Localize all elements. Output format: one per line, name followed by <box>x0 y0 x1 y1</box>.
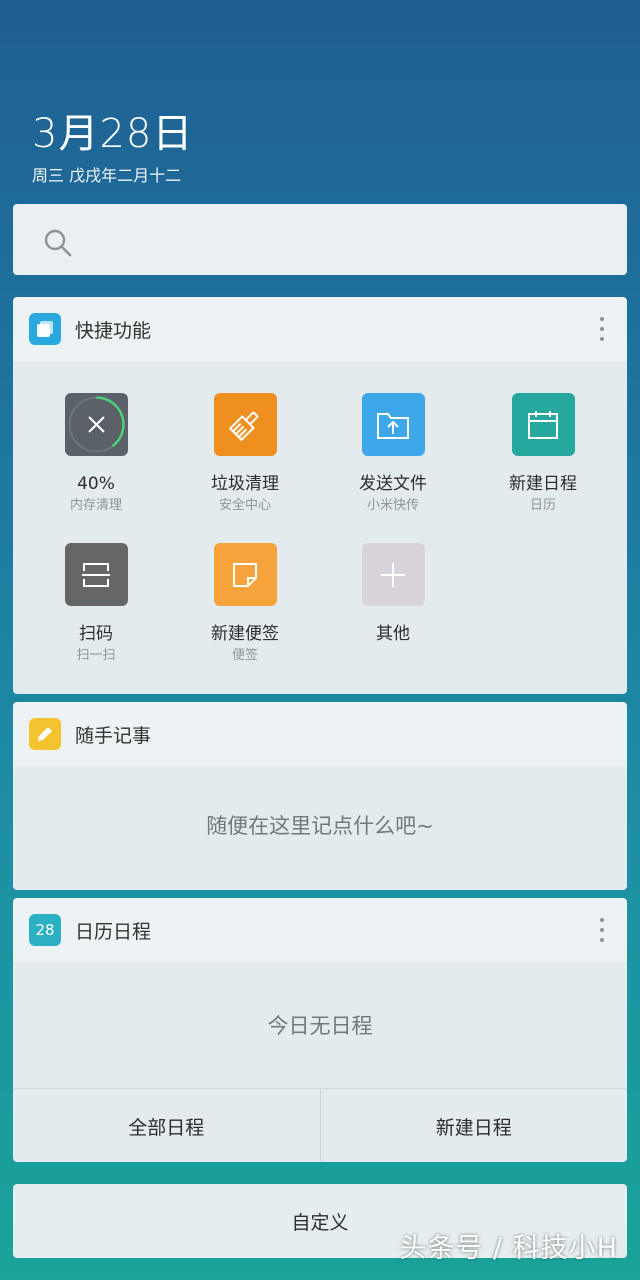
notes-input-area[interactable]: 随便在这里记点什么吧~ <box>13 766 627 890</box>
tile-more[interactable]: 其他 <box>318 543 468 645</box>
tile-new-event[interactable]: 新建日程 日历 <box>468 393 618 515</box>
tile-sublabel: 便签 <box>231 648 258 663</box>
pencil-icon <box>29 718 61 750</box>
watermark-text: 头条号 / 科技小H <box>399 1233 618 1264</box>
notes-placeholder: 随便在这里记点什么吧~ <box>206 814 434 838</box>
tile-memory-clean[interactable]: 40% 内存清理 <box>21 393 171 515</box>
more-vert-icon[interactable] <box>599 317 605 341</box>
more-vert-icon[interactable] <box>599 918 605 942</box>
notes-card: 随手记事 随便在这里记点什么吧~ <box>13 702 627 890</box>
tile-sublabel: 安全中心 <box>218 498 271 513</box>
notes-title: 随手记事 <box>75 724 152 747</box>
notes-header: 随手记事 <box>13 702 627 766</box>
tile-sublabel: 内存清理 <box>69 498 122 513</box>
memory-clean-icon <box>64 393 128 456</box>
all-events-button[interactable]: 全部日程 <box>13 1089 320 1162</box>
broom-icon <box>213 393 277 456</box>
tile-label: 新建便签 <box>211 624 279 644</box>
calendar-card: 28 日历日程 今日无日程 全部日程 新建日程 <box>13 898 627 1162</box>
tile-label: 垃圾清理 <box>211 474 279 494</box>
date-header: 3月28日 周三 戊戌年二月十二 <box>32 108 193 186</box>
tile-label: 发送文件 <box>359 474 427 494</box>
tile-new-note[interactable]: 新建便签 便签 <box>170 543 320 665</box>
tile-label: 40% <box>77 474 115 494</box>
quick-functions-grid: 40% 内存清理 垃圾清理 安全中心 发送文件 小米快传 新建日程 日历 扫码 … <box>13 361 627 694</box>
calendar-day-icon: 28 <box>29 914 61 946</box>
scan-icon <box>64 543 128 606</box>
tile-sublabel: 小米快传 <box>366 498 419 513</box>
quick-functions-title: 快捷功能 <box>75 319 152 342</box>
search-icon <box>44 229 72 257</box>
calendar-day-number: 28 <box>35 921 55 939</box>
tile-label: 新建日程 <box>509 474 577 494</box>
quick-functions-card: 快捷功能 40% 内存清理 垃圾清理 安全中心 发送文件 小米快传 新建日程 日… <box>13 297 627 694</box>
quick-functions-icon <box>29 313 61 345</box>
calendar-header: 28 日历日程 <box>13 898 627 962</box>
new-event-button[interactable]: 新建日程 <box>319 1089 628 1162</box>
tile-scan[interactable]: 扫码 扫一扫 <box>21 543 171 665</box>
tile-label: 其他 <box>376 624 410 644</box>
calendar-title: 日历日程 <box>75 920 152 943</box>
calendar-actions: 全部日程 新建日程 <box>13 1088 627 1162</box>
calendar-icon <box>511 393 575 456</box>
date-title: 3月28日 <box>32 111 194 157</box>
lunar-date: 周三 戊戌年二月十二 <box>32 166 182 185</box>
tile-junk-clean[interactable]: 垃圾清理 安全中心 <box>170 393 320 515</box>
tile-sublabel: 日历 <box>529 498 556 513</box>
note-icon <box>213 543 277 606</box>
folder-upload-icon <box>361 393 425 456</box>
tile-sublabel: 扫一扫 <box>76 648 116 663</box>
plus-icon <box>361 543 425 606</box>
tile-send-file[interactable]: 发送文件 小米快传 <box>318 393 468 515</box>
quick-functions-header: 快捷功能 <box>13 297 627 361</box>
tile-label: 扫码 <box>79 624 113 644</box>
calendar-empty-text: 今日无日程 <box>267 1014 373 1038</box>
search-bar[interactable] <box>13 204 627 275</box>
calendar-empty-area: 今日无日程 <box>13 962 627 1088</box>
